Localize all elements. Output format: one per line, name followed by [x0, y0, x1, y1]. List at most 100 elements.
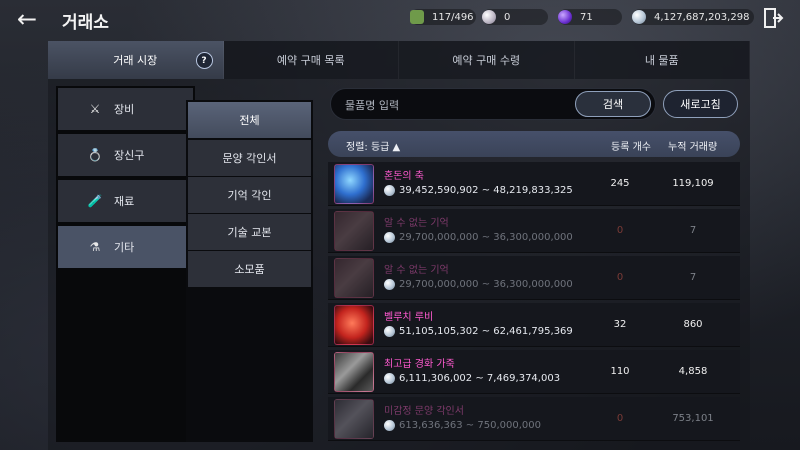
- subcategory-pattern-engraving[interactable]: 문양 각인서: [188, 140, 311, 176]
- resource-silver-value: 4,127,687,203,298: [654, 11, 750, 23]
- item-name: 미감정 문양 각인서: [384, 406, 464, 417]
- item-thumbnail: [334, 305, 374, 345]
- silver-icon: [384, 420, 395, 431]
- sort-toggle[interactable]: 정렬: 등급 ▲: [346, 138, 400, 153]
- tab-reserve-receive-label: 예약 구매 수령: [452, 54, 521, 67]
- item-price-text: 613,636,363 ~ 750,000,000: [399, 420, 541, 431]
- category-list: ⚔ 장비 💍 장신구 🧪 재료 ⚗ 기타: [56, 86, 195, 442]
- tab-my-items-label: 내 물품: [644, 54, 679, 67]
- search-input[interactable]: [345, 95, 565, 115]
- resource-inventory: 117/496: [410, 9, 476, 25]
- item-count: 0: [616, 413, 624, 424]
- silver-icon: [384, 373, 395, 384]
- tab-market[interactable]: 거래 시장 ?: [48, 41, 224, 79]
- item-price-text: 29,700,000,000 ~ 36,300,000,000: [399, 279, 573, 290]
- tab-reserve-receive[interactable]: 예약 구매 수령: [399, 41, 575, 79]
- search-button[interactable]: 검색: [575, 91, 651, 117]
- resource-orb: 71: [558, 9, 622, 25]
- item-count: 110: [610, 366, 630, 377]
- subcategory-all[interactable]: 전체: [188, 102, 311, 138]
- item-volume: 860: [683, 319, 703, 330]
- item-name: 최고급 경화 가죽: [384, 359, 455, 370]
- resource-silver: 4,127,687,203,298: [632, 9, 754, 25]
- subcategory-skill-book-label: 기술 교본: [227, 226, 272, 239]
- category-accessory[interactable]: 💍 장신구: [58, 134, 193, 176]
- silver-icon: [384, 232, 395, 243]
- table-row[interactable]: 벨루치 루비 51,105,105,302 ~ 62,461,795,369 3…: [328, 303, 740, 347]
- arrow-left-icon: ←: [16, 5, 38, 33]
- item-price-text: 51,105,105,302 ~ 62,461,795,369: [399, 326, 573, 337]
- pearl-icon: [482, 10, 496, 24]
- item-price-range: 6,111,306,002 ~ 7,469,374,003: [384, 373, 560, 384]
- bag-icon: [410, 10, 424, 24]
- subcategory-consumable-label: 소모품: [234, 263, 265, 276]
- category-etc-label: 기타: [114, 241, 135, 254]
- category-material-label: 재료: [114, 195, 135, 208]
- item-name: 알 수 없는 기억: [384, 218, 449, 229]
- item-count: 245: [610, 178, 630, 189]
- item-count: 0: [616, 272, 624, 283]
- crossed-swords-icon: ⚔: [89, 102, 101, 116]
- item-thumbnail: [334, 164, 374, 204]
- item-volume: 119,109: [672, 178, 714, 189]
- exit-door-icon: [764, 8, 784, 28]
- item-volume: 753,101: [672, 413, 714, 424]
- item-thumbnail: [334, 258, 374, 298]
- item-name: 알 수 없는 기억: [384, 265, 449, 276]
- item-price-range: 51,105,105,302 ~ 62,461,795,369: [384, 326, 573, 337]
- column-header-count: 등록 개수: [611, 142, 651, 153]
- category-accessory-label: 장신구: [114, 149, 145, 162]
- item-thumbnail: [334, 352, 374, 392]
- category-equipment[interactable]: ⚔ 장비: [58, 88, 193, 130]
- subcategory-skill-book[interactable]: 기술 교본: [188, 214, 311, 250]
- tab-reserve-list-label: 예약 구매 목록: [276, 54, 345, 67]
- item-volume: 4,858: [678, 366, 708, 377]
- tab-my-items[interactable]: 내 물품: [574, 41, 750, 79]
- resource-pearl-value: 0: [504, 11, 511, 23]
- subcategory-memory-engraving[interactable]: 기억 각인: [188, 177, 311, 213]
- back-button[interactable]: ←: [12, 6, 42, 32]
- item-price-text: 6,111,306,002 ~ 7,469,374,003: [399, 373, 561, 384]
- silver-icon: [384, 185, 395, 196]
- column-header-volume: 누적 거래량: [668, 142, 718, 153]
- subcategory-all-label: 전체: [239, 114, 260, 127]
- table-row[interactable]: 혼돈의 축 39,452,590,902 ~ 48,219,833,325 24…: [328, 162, 740, 206]
- category-etc[interactable]: ⚗ 기타: [58, 226, 193, 268]
- resource-pearl: 0: [482, 9, 548, 25]
- subcategory-consumable[interactable]: 소모품: [188, 251, 311, 287]
- item-count: 0: [616, 225, 624, 236]
- refresh-button[interactable]: 새로고침: [663, 90, 738, 118]
- item-thumbnail: [334, 211, 374, 251]
- table-header: 정렬: 등급 ▲ 등록 개수 누적 거래량: [328, 131, 740, 157]
- resource-orb-value: 71: [580, 11, 593, 23]
- subcategory-memory-engraving-label: 기억 각인: [227, 189, 272, 202]
- item-thumbnail: [334, 399, 374, 439]
- silver-icon: [384, 279, 395, 290]
- item-price-range: 613,636,363 ~ 750,000,000: [384, 420, 541, 431]
- search-button-label: 검색: [602, 98, 624, 111]
- item-price-range: 29,700,000,000 ~ 36,300,000,000: [384, 279, 573, 290]
- flask-icon: ⚗: [89, 240, 101, 254]
- category-material[interactable]: 🧪 재료: [58, 180, 193, 222]
- item-name: 혼돈의 축: [384, 171, 424, 182]
- silver-icon: [384, 326, 395, 337]
- item-list: 혼돈의 축 39,452,590,902 ~ 48,219,833,325 24…: [328, 162, 740, 450]
- help-icon: ?: [201, 55, 207, 66]
- item-price-text: 39,452,590,902 ~ 48,219,833,325: [399, 185, 573, 196]
- tab-market-label: 거래 시장: [113, 54, 158, 67]
- silver-icon: [632, 10, 646, 24]
- help-button[interactable]: ?: [195, 52, 213, 69]
- item-price-range: 29,700,000,000 ~ 36,300,000,000: [384, 232, 573, 243]
- table-row[interactable]: 미감정 문양 각인서 613,636,363 ~ 750,000,000 0 7…: [328, 397, 740, 441]
- table-row[interactable]: 알 수 없는 기억 29,700,000,000 ~ 36,300,000,00…: [328, 209, 740, 253]
- table-row[interactable]: 알 수 없는 기억 29,700,000,000 ~ 36,300,000,00…: [328, 256, 740, 300]
- resource-inventory-value: 117/496: [432, 11, 474, 23]
- subcategory-pattern-engraving-label: 문양 각인서: [222, 152, 277, 165]
- ring-icon: 💍: [87, 148, 103, 162]
- table-row[interactable]: 최고급 경화 가죽 6,111,306,002 ~ 7,469,374,003 …: [328, 350, 740, 394]
- tab-reserve-list[interactable]: 예약 구매 목록: [223, 41, 399, 79]
- item-count: 32: [613, 319, 627, 330]
- exit-button[interactable]: [762, 7, 784, 29]
- top-bar: ← 거래소 117/496 0 71 4,127,687,203,298: [0, 0, 800, 38]
- item-name: 벨루치 루비: [384, 312, 434, 323]
